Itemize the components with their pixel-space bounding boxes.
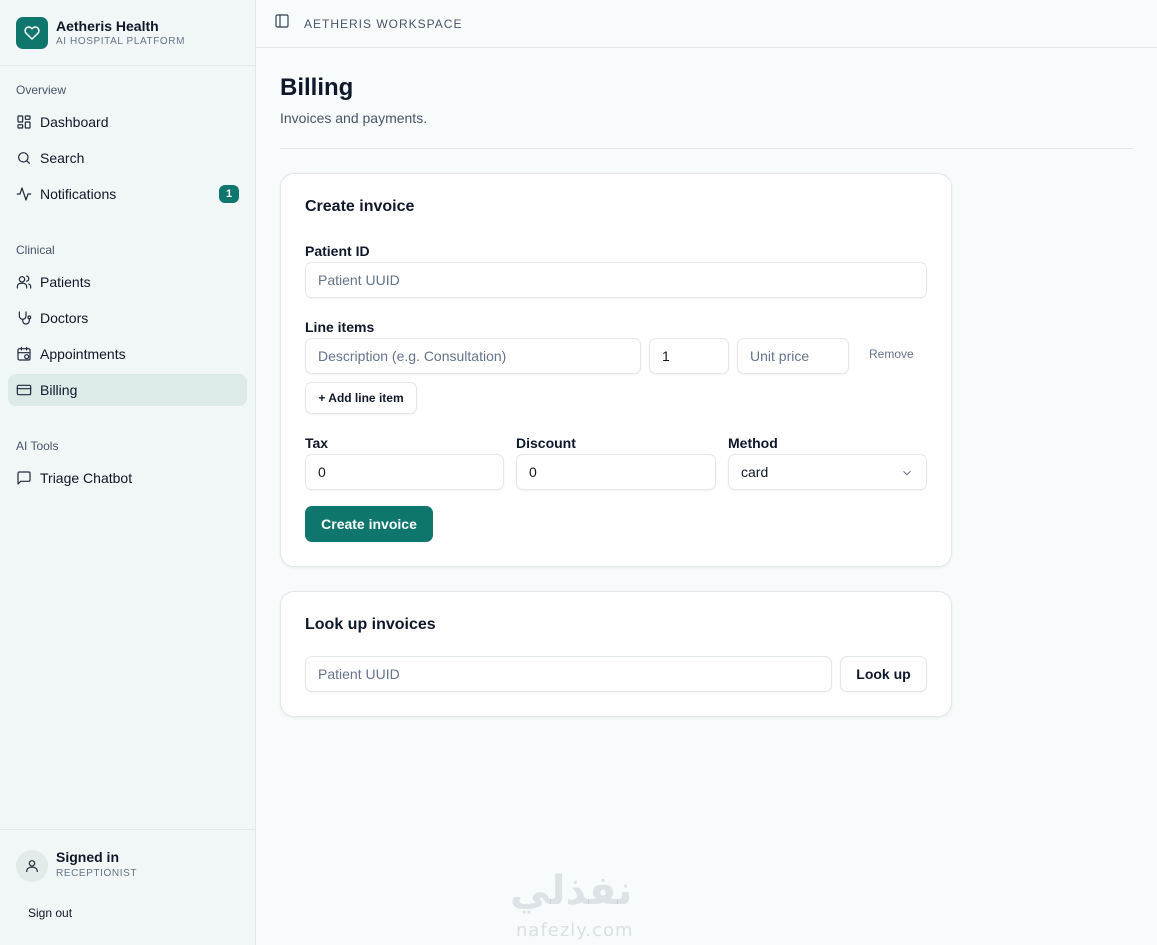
sidebar-item-label: Search	[40, 150, 85, 166]
topbar: AETHERIS WORKSPACE	[256, 0, 1157, 48]
line-item-description-input[interactable]	[305, 338, 641, 374]
discount-label: Discount	[516, 435, 576, 451]
sidebar-item-notifications[interactable]: Notifications 1	[8, 178, 247, 210]
watermark-arabic: نفذلي	[510, 868, 633, 914]
watermark-latin: nafezly.com	[516, 920, 634, 941]
line-item-quantity-input[interactable]	[649, 338, 729, 374]
lookup-invoices-card: Look up invoices Look up	[280, 591, 952, 717]
brand[interactable]: Aetheris Health AI HOSPITAL PLATFORM	[0, 0, 255, 66]
method-label: Method	[728, 435, 778, 451]
sidebar-toggle-icon[interactable]	[274, 13, 290, 34]
notification-badge: 1	[219, 185, 239, 203]
discount-input[interactable]	[516, 454, 716, 490]
workspace-label: AETHERIS WORKSPACE	[304, 16, 463, 31]
calendar-icon	[16, 346, 32, 362]
lookup-patient-input[interactable]	[305, 656, 832, 692]
sidebar-item-patients[interactable]: Patients	[8, 266, 247, 298]
sidebar-item-label: Notifications	[40, 186, 117, 202]
line-items-label: Line items	[305, 319, 375, 335]
search-icon	[16, 150, 32, 166]
patient-id-input[interactable]	[305, 262, 927, 298]
sidebar-item-label: Dashboard	[40, 114, 109, 130]
sidebar-item-triage-chatbot[interactable]: Triage Chatbot	[8, 462, 247, 494]
credit-card-icon	[16, 382, 32, 398]
chat-icon	[16, 470, 32, 486]
dashboard-icon	[16, 114, 32, 130]
line-item-unit-price-input[interactable]	[737, 338, 849, 374]
section-label-overview: Overview	[16, 83, 67, 97]
remove-line-item-button[interactable]: Remove	[869, 347, 914, 361]
patient-id-label: Patient ID	[305, 243, 370, 259]
sidebar-item-doctors[interactable]: Doctors	[8, 302, 247, 334]
method-select-value: card	[741, 464, 769, 480]
page-subtitle: Invoices and payments.	[280, 110, 428, 126]
card-title: Create invoice	[305, 198, 415, 215]
sign-out-button[interactable]: Sign out	[28, 906, 72, 920]
divider	[280, 148, 1133, 149]
look-up-button[interactable]: Look up	[840, 656, 927, 692]
sidebar-item-label: Billing	[40, 382, 78, 398]
section-label-ai-tools: AI Tools	[16, 439, 59, 453]
stethoscope-icon	[16, 310, 32, 326]
sidebar-item-appointments[interactable]: Appointments	[8, 338, 247, 370]
tax-label: Tax	[305, 435, 329, 451]
user-role: RECEPTIONIST	[56, 868, 138, 879]
card-title: Look up invoices	[305, 616, 436, 633]
sidebar-item-label: Triage Chatbot	[40, 470, 133, 486]
sidebar-item-label: Appointments	[40, 346, 126, 362]
add-line-item-button[interactable]: + Add line item	[305, 382, 417, 414]
create-invoice-button[interactable]: Create invoice	[305, 506, 433, 542]
activity-icon	[16, 186, 32, 202]
sidebar-item-label: Doctors	[40, 310, 89, 326]
user-avatar-icon	[16, 850, 48, 882]
tax-input[interactable]	[305, 454, 504, 490]
method-select[interactable]: card	[728, 454, 927, 490]
heart-logo-icon	[16, 16, 48, 49]
sidebar: Aetheris Health AI HOSPITAL PLATFORM Ove…	[0, 0, 256, 945]
page-title: Billing	[280, 74, 354, 101]
sidebar-item-label: Patients	[40, 274, 91, 290]
create-invoice-card: Create invoice Patient ID Line items Rem…	[280, 173, 952, 567]
user-panel: Signed in RECEPTIONIST Sign out	[0, 829, 255, 945]
sidebar-item-billing[interactable]: Billing	[8, 374, 247, 406]
chevron-down-icon	[903, 470, 911, 476]
section-label-clinical: Clinical	[16, 243, 55, 257]
sidebar-item-search[interactable]: Search	[8, 142, 247, 174]
user-status: Signed in	[56, 849, 119, 865]
users-icon	[16, 274, 32, 290]
brand-name: Aetheris Health	[56, 17, 159, 34]
sidebar-item-dashboard[interactable]: Dashboard	[8, 106, 247, 138]
brand-subtitle: AI HOSPITAL PLATFORM	[56, 35, 186, 47]
